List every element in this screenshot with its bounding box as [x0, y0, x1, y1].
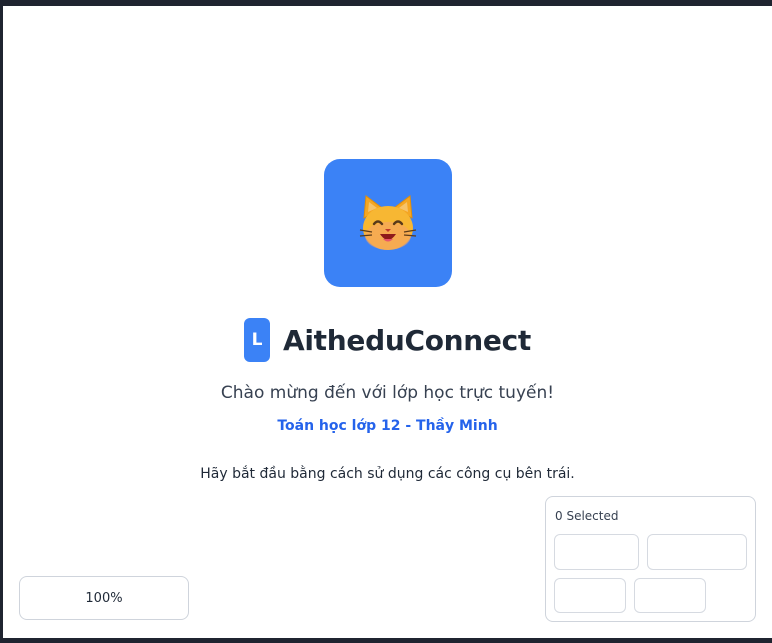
selection-slot[interactable]: [634, 578, 706, 613]
selection-count: 0 Selected: [555, 509, 619, 523]
selection-panel: 0 Selected: [545, 496, 756, 622]
selection-slot[interactable]: [554, 578, 626, 613]
getting-started-hint: Hãy bắt đầu bằng cách sử dụng các công c…: [200, 466, 575, 482]
brand-header: L AitheduConnect: [3, 318, 772, 362]
app-window: L AitheduConnect Chào mừng đến với lớp h…: [0, 0, 772, 643]
brand-initial-badge: L: [244, 318, 270, 362]
app-logo: [324, 159, 452, 287]
whiteboard-canvas[interactable]: L AitheduConnect Chào mừng đến với lớp h…: [3, 6, 772, 638]
course-title: Toán học lớp 12 - Thầy Minh: [277, 418, 498, 434]
cat-face-icon: [358, 194, 418, 252]
selection-slot[interactable]: [554, 534, 639, 570]
zoom-level-label: 100%: [85, 590, 123, 606]
welcome-message: Chào mừng đến với lớp học trực tuyến!: [220, 383, 555, 403]
brand-name: AitheduConnect: [283, 323, 531, 357]
zoom-level-button[interactable]: 100%: [19, 576, 189, 620]
selection-slot[interactable]: [647, 534, 747, 570]
